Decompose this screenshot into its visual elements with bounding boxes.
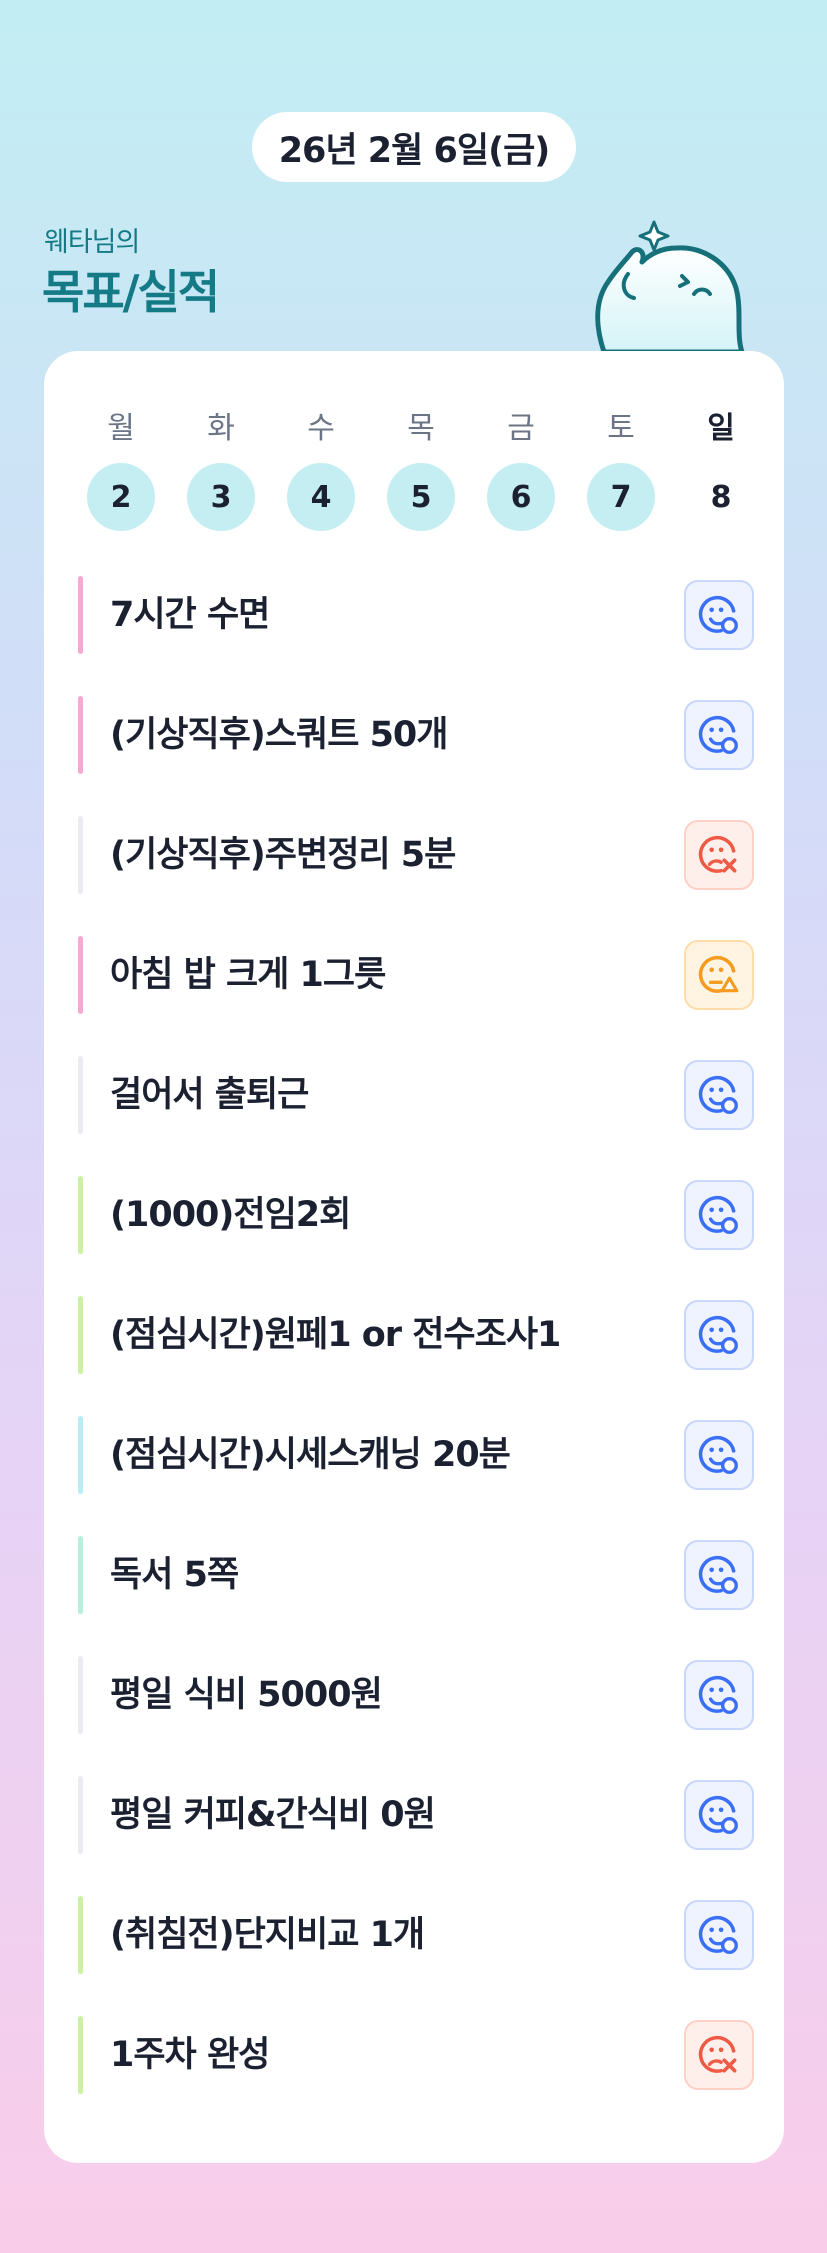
day-label-tue: 화 (207, 411, 235, 446)
date-label: 26년 2월 6일(금) (278, 130, 551, 171)
smile-good-icon (698, 1915, 738, 1954)
mascot-illustration (595, 220, 745, 352)
day-label-thu: 목 (407, 411, 435, 446)
goal-text: (1000)전임2회 (110, 1195, 351, 1235)
status-button[interactable] (684, 1420, 754, 1490)
goal-row[interactable]: 걸어서 출퇴근 (78, 1056, 754, 1134)
smile-good-icon (698, 1315, 738, 1354)
day-label-wed: 수 (307, 411, 335, 446)
goal-text: 7시간 수면 (110, 595, 270, 635)
goal-text: (점심시간)시세스캐닝 20분 (110, 1435, 511, 1475)
goal-text: 걸어서 출퇴근 (110, 1075, 309, 1115)
goal-text: 독서 5쪽 (110, 1555, 239, 1595)
smile-good-icon (698, 1195, 738, 1234)
status-button[interactable] (684, 700, 754, 770)
smile-good-icon (698, 1795, 738, 1834)
status-button[interactable] (684, 820, 754, 890)
goal-row[interactable]: (1000)전임2회 (78, 1176, 754, 1254)
status-button[interactable] (684, 1540, 754, 1610)
day-label-fri: 금 (507, 411, 535, 446)
status-button[interactable] (684, 1660, 754, 1730)
goal-row[interactable]: (기상직후)주변정리 5분 (78, 816, 754, 894)
goal-text: 평일 식비 5000원 (110, 1675, 383, 1715)
day-button-5[interactable]: 5 (387, 463, 455, 531)
page-title: 목표/실적 (42, 265, 220, 319)
goal-text: 아침 밥 크게 1그릇 (110, 955, 386, 995)
day-button-6[interactable]: 6 (487, 463, 555, 531)
day-button-8[interactable]: 8 (687, 463, 755, 531)
status-button[interactable] (684, 1780, 754, 1850)
goal-row[interactable]: 평일 커피&간식비 0원 (78, 1776, 754, 1854)
frown-bad-icon (698, 2035, 737, 2073)
goal-row[interactable]: 1주차 완성 (78, 2016, 754, 2094)
day-label-sat: 토 (607, 411, 635, 446)
goal-row[interactable]: (점심시간)원페1 or 전수조사1 (78, 1296, 754, 1374)
goal-color-bar (78, 1176, 83, 1254)
goal-text: 평일 커피&간식비 0원 (110, 1795, 436, 1835)
goal-color-bar (78, 1056, 83, 1134)
day-label-mon: 월 (107, 411, 135, 446)
goal-color-bar (78, 1776, 83, 1854)
owner-label: 웨타님의 (44, 227, 140, 258)
status-button[interactable] (684, 580, 754, 650)
goal-row[interactable]: 평일 식비 5000원 (78, 1656, 754, 1734)
goal-color-bar (78, 576, 83, 654)
goal-row[interactable]: (취침전)단지비교 1개 (78, 1896, 754, 1974)
date-pill[interactable]: 26년 2월 6일(금) (252, 112, 576, 182)
goal-text: (기상직후)주변정리 5분 (110, 835, 456, 875)
goal-text: (취침전)단지비교 1개 (110, 1915, 425, 1955)
goal-color-bar (78, 816, 83, 894)
day-button-4[interactable]: 4 (287, 463, 355, 531)
smile-good-icon (698, 715, 738, 754)
frown-bad-icon (698, 835, 737, 873)
goal-color-bar (78, 936, 83, 1014)
goal-row[interactable]: 독서 5쪽 (78, 1536, 754, 1614)
goal-color-bar (78, 696, 83, 774)
status-button[interactable] (684, 2020, 754, 2090)
day-button-3[interactable]: 3 (187, 463, 255, 531)
neutral-mid-icon (698, 955, 739, 993)
smile-good-icon (698, 1075, 738, 1114)
smile-good-icon (698, 595, 738, 634)
goal-row[interactable]: (점심시간)시세스캐닝 20분 (78, 1416, 754, 1494)
status-button[interactable] (684, 1900, 754, 1970)
goal-color-bar (78, 1896, 83, 1974)
status-button[interactable] (684, 940, 754, 1010)
goal-text: (기상직후)스쿼트 50개 (110, 715, 448, 755)
goal-row[interactable]: (기상직후)스쿼트 50개 (78, 696, 754, 774)
smile-good-icon (698, 1675, 738, 1714)
goal-color-bar (78, 1656, 83, 1734)
goal-row[interactable]: 아침 밥 크게 1그릇 (78, 936, 754, 1014)
smile-good-icon (698, 1555, 738, 1594)
goal-color-bar (78, 2016, 83, 2094)
status-button[interactable] (684, 1060, 754, 1130)
day-button-2[interactable]: 2 (87, 463, 155, 531)
goal-row[interactable]: 7시간 수면 (78, 576, 754, 654)
goal-color-bar (78, 1416, 83, 1494)
status-button[interactable] (684, 1300, 754, 1370)
day-button-7[interactable]: 7 (587, 463, 655, 531)
goal-text: 1주차 완성 (110, 2035, 270, 2075)
goal-text: (점심시간)원페1 or 전수조사1 (110, 1315, 561, 1355)
day-label-sun: 일 (707, 411, 735, 446)
goal-color-bar (78, 1536, 83, 1614)
weekly-goals-card: 월 화 수 목 금 토 일 2 3 4 5 6 7 8 7시간 수면 (기상직후)… (44, 351, 784, 2163)
goal-color-bar (78, 1296, 83, 1374)
status-button[interactable] (684, 1180, 754, 1250)
smile-good-icon (698, 1435, 738, 1474)
